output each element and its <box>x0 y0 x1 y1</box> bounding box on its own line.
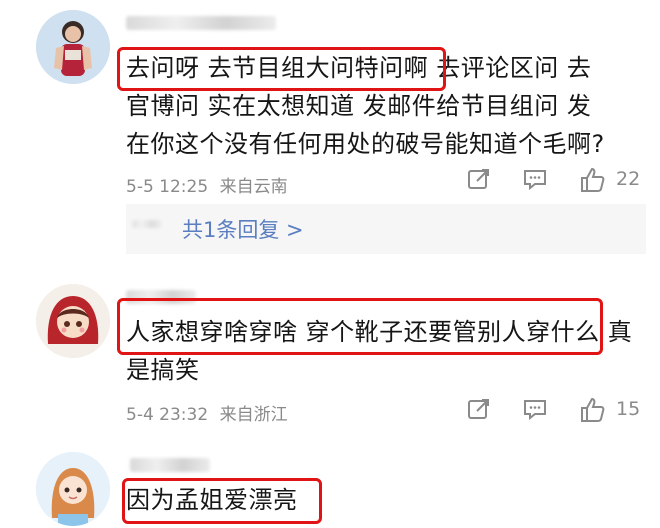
like-icon[interactable] <box>578 396 606 424</box>
comment-1: 去问呀 去节目组大问特问啊 去评论区问 去 官博问 实在太想知道 发邮件给节目组… <box>0 0 660 254</box>
avatar[interactable] <box>36 284 110 358</box>
comment-location: 来自云南 <box>219 177 288 197</box>
comment-actions: 22 <box>466 166 656 196</box>
like-count: 22 <box>616 168 641 190</box>
comment-time: 5-4 23:32 <box>126 405 209 425</box>
comment-icon[interactable] <box>522 396 548 422</box>
comment-text-line: 是搞笑 <box>126 356 200 384</box>
comment-text-line: 在你这个没有任何用处的破号能知道个毛啊? <box>126 130 605 158</box>
avatar-image <box>36 10 110 84</box>
blurred-username[interactable] <box>126 16 276 30</box>
highlight-box <box>122 478 322 524</box>
comment-icon[interactable] <box>522 166 548 192</box>
like-count: 15 <box>616 398 641 420</box>
avatar-image <box>36 452 110 526</box>
share-icon[interactable] <box>466 166 492 192</box>
avatar[interactable] <box>36 452 110 526</box>
highlight-box <box>117 298 603 355</box>
comment-text-line: 官博问 实在太想知道 发邮件给节目组问 发 <box>126 92 592 120</box>
comment-actions: 15 <box>466 396 656 426</box>
comment-time: 5-5 12:25 <box>126 177 209 197</box>
comment-meta: 5-5 12:25 来自云南 <box>126 172 288 197</box>
comment-meta: 5-4 23:32 来自浙江 <box>126 400 288 425</box>
comment-location: 来自浙江 <box>219 405 288 425</box>
avatar-image <box>36 284 110 358</box>
share-icon[interactable] <box>466 396 492 422</box>
view-replies-link[interactable]: 共1条回复 > <box>182 214 304 244</box>
blurred-reply-text <box>132 220 162 228</box>
avatar[interactable] <box>36 10 110 84</box>
blurred-username[interactable] <box>130 458 210 472</box>
like-icon[interactable] <box>578 166 606 194</box>
highlight-box <box>117 47 446 91</box>
